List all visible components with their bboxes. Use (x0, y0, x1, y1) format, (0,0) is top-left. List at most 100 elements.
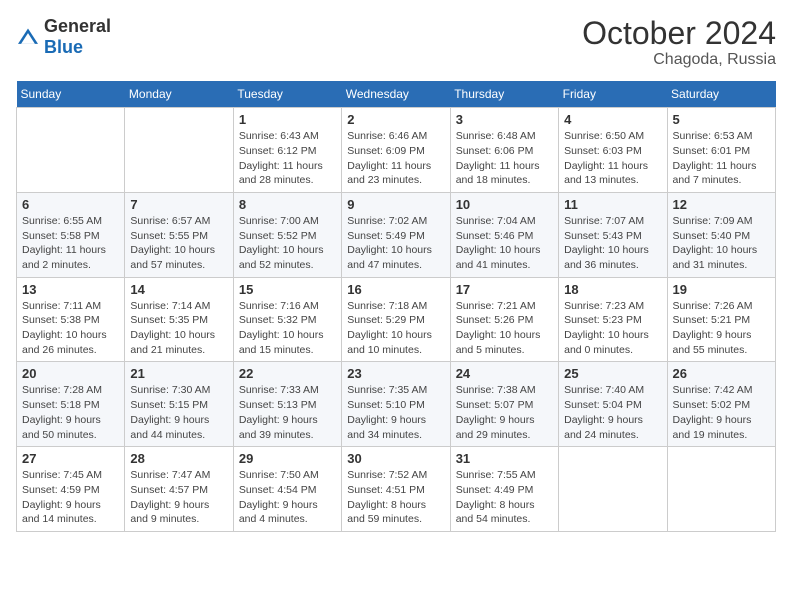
day-number: 26 (673, 366, 770, 381)
table-row: 21Sunrise: 7:30 AM Sunset: 5:15 PM Dayli… (125, 362, 233, 447)
logo-text: General Blue (44, 16, 111, 58)
logo-blue: Blue (44, 37, 83, 57)
table-row: 31 Sunrise: 7:55 AM Sunset: 4:49 PM Dayli… (450, 447, 558, 532)
logo-general: General (44, 16, 111, 36)
day-info: Sunrise: 7:55 AM Sunset: 4:49 PM Dayligh… (456, 468, 553, 527)
day-info: Sunrise: 7:35 AM Sunset: 5:10 PM Dayligh… (347, 383, 444, 442)
day-number: 7 (130, 197, 227, 212)
day-number: 24 (456, 366, 553, 381)
day-number: 17 (456, 282, 553, 297)
day-info: Sunrise: 7:00 AM Sunset: 5:52 PM Dayligh… (239, 214, 336, 273)
day-info: Sunrise: 7:07 AM Sunset: 5:43 PM Dayligh… (564, 214, 661, 273)
day-number: 25 (564, 366, 661, 381)
day-number: 15 (239, 282, 336, 297)
table-row: 29 Sunrise: 7:50 AM Sunset: 4:54 PM Dayli… (233, 447, 341, 532)
day-info: Sunrise: 7:26 AM Sunset: 5:21 PM Dayligh… (673, 299, 770, 358)
table-row: 9Sunrise: 7:02 AM Sunset: 5:49 PM Daylig… (342, 192, 450, 277)
day-info: Sunrise: 7:50 AM Sunset: 4:54 PM Dayligh… (239, 468, 336, 527)
day-info: Sunrise: 7:21 AM Sunset: 5:26 PM Dayligh… (456, 299, 553, 358)
table-row: 16Sunrise: 7:18 AM Sunset: 5:29 PM Dayli… (342, 277, 450, 362)
month-title: October 2024 (582, 16, 776, 51)
day-number: 10 (456, 197, 553, 212)
table-row: 5 Sunrise: 6:53 AM Sunset: 6:01 PM Daylig… (667, 108, 775, 193)
day-number: 14 (130, 282, 227, 297)
day-number: 30 (347, 451, 444, 466)
calendar-week-row: 1Sunrise: 6:43 AM Sunset: 6:12 PM Daylig… (17, 108, 776, 193)
table-row: 1Sunrise: 6:43 AM Sunset: 6:12 PM Daylig… (233, 108, 341, 193)
day-info: Sunrise: 7:42 AM Sunset: 5:02 PM Dayligh… (673, 383, 770, 442)
day-number: 4 (564, 112, 661, 127)
day-number: 6 (22, 197, 119, 212)
day-number: 2 (347, 112, 444, 127)
page-header: General Blue October 2024 Chagoda, Russi… (16, 16, 776, 69)
day-number: 18 (564, 282, 661, 297)
calendar-week-row: 20 Sunrise: 7:28 AM Sunset: 5:18 PM Dayli… (17, 362, 776, 447)
table-row: 15 Sunrise: 7:16 AM Sunset: 5:32 PM Dayli… (233, 277, 341, 362)
table-row: 26 Sunrise: 7:42 AM Sunset: 5:02 PM Dayli… (667, 362, 775, 447)
table-row: 24Sunrise: 7:38 AM Sunset: 5:07 PM Dayli… (450, 362, 558, 447)
table-row: 17 Sunrise: 7:21 AM Sunset: 5:26 PM Dayli… (450, 277, 558, 362)
day-number: 20 (22, 366, 119, 381)
day-number: 1 (239, 112, 336, 127)
day-number: 28 (130, 451, 227, 466)
table-row (559, 447, 667, 532)
day-info: Sunrise: 7:09 AM Sunset: 5:40 PM Dayligh… (673, 214, 770, 273)
table-row: 12Sunrise: 7:09 AM Sunset: 5:40 PM Dayli… (667, 192, 775, 277)
table-row: 8 Sunrise: 7:00 AM Sunset: 5:52 PM Daylig… (233, 192, 341, 277)
day-info: Sunrise: 7:23 AM Sunset: 5:23 PM Dayligh… (564, 299, 661, 358)
day-number: 13 (22, 282, 119, 297)
calendar-week-row: 6 Sunrise: 6:55 AM Sunset: 5:58 PM Daylig… (17, 192, 776, 277)
day-info: Sunrise: 7:18 AM Sunset: 5:29 PM Dayligh… (347, 299, 444, 358)
day-info: Sunrise: 7:16 AM Sunset: 5:32 PM Dayligh… (239, 299, 336, 358)
table-row: 19Sunrise: 7:26 AM Sunset: 5:21 PM Dayli… (667, 277, 775, 362)
day-number: 31 (456, 451, 553, 466)
day-info: Sunrise: 7:30 AM Sunset: 5:15 PM Dayligh… (130, 383, 227, 442)
table-row: 28Sunrise: 7:47 AM Sunset: 4:57 PM Dayli… (125, 447, 233, 532)
day-info: Sunrise: 7:04 AM Sunset: 5:46 PM Dayligh… (456, 214, 553, 273)
day-info: Sunrise: 6:53 AM Sunset: 6:01 PM Dayligh… (673, 129, 770, 188)
header-friday: Friday (559, 81, 667, 108)
day-info: Sunrise: 7:02 AM Sunset: 5:49 PM Dayligh… (347, 214, 444, 273)
day-info: Sunrise: 7:14 AM Sunset: 5:35 PM Dayligh… (130, 299, 227, 358)
day-number: 11 (564, 197, 661, 212)
day-info: Sunrise: 7:11 AM Sunset: 5:38 PM Dayligh… (22, 299, 119, 358)
table-row: 23 Sunrise: 7:35 AM Sunset: 5:10 PM Dayli… (342, 362, 450, 447)
day-number: 5 (673, 112, 770, 127)
day-info: Sunrise: 7:40 AM Sunset: 5:04 PM Dayligh… (564, 383, 661, 442)
calendar-week-row: 27 Sunrise: 7:45 AM Sunset: 4:59 PM Dayli… (17, 447, 776, 532)
calendar-table: Sunday Monday Tuesday Wednesday Thursday… (16, 81, 776, 532)
table-row: 13 Sunrise: 7:11 AM Sunset: 5:38 PM Dayli… (17, 277, 125, 362)
header-wednesday: Wednesday (342, 81, 450, 108)
day-info: Sunrise: 7:52 AM Sunset: 4:51 PM Dayligh… (347, 468, 444, 527)
table-row: 10 Sunrise: 7:04 AM Sunset: 5:46 PM Dayli… (450, 192, 558, 277)
day-info: Sunrise: 6:57 AM Sunset: 5:55 PM Dayligh… (130, 214, 227, 273)
header-tuesday: Tuesday (233, 81, 341, 108)
table-row: 14 Sunrise: 7:14 AM Sunset: 5:35 PM Dayli… (125, 277, 233, 362)
day-info: Sunrise: 6:48 AM Sunset: 6:06 PM Dayligh… (456, 129, 553, 188)
day-info: Sunrise: 7:33 AM Sunset: 5:13 PM Dayligh… (239, 383, 336, 442)
table-row: 3Sunrise: 6:48 AM Sunset: 6:06 PM Daylig… (450, 108, 558, 193)
header-monday: Monday (125, 81, 233, 108)
day-number: 22 (239, 366, 336, 381)
day-number: 27 (22, 451, 119, 466)
header-thursday: Thursday (450, 81, 558, 108)
calendar-header-row: Sunday Monday Tuesday Wednesday Thursday… (17, 81, 776, 108)
table-row: 22 Sunrise: 7:33 AM Sunset: 5:13 PM Dayli… (233, 362, 341, 447)
location-subtitle: Chagoda, Russia (582, 51, 776, 69)
day-info: Sunrise: 6:55 AM Sunset: 5:58 PM Dayligh… (22, 214, 119, 273)
day-info: Sunrise: 6:46 AM Sunset: 6:09 PM Dayligh… (347, 129, 444, 188)
table-row: 18 Sunrise: 7:23 AM Sunset: 5:23 PM Dayli… (559, 277, 667, 362)
day-number: 29 (239, 451, 336, 466)
day-number: 8 (239, 197, 336, 212)
day-info: Sunrise: 6:50 AM Sunset: 6:03 PM Dayligh… (564, 129, 661, 188)
day-info: Sunrise: 7:28 AM Sunset: 5:18 PM Dayligh… (22, 383, 119, 442)
table-row: 4 Sunrise: 6:50 AM Sunset: 6:03 PM Daylig… (559, 108, 667, 193)
day-number: 23 (347, 366, 444, 381)
table-row: 11 Sunrise: 7:07 AM Sunset: 5:43 PM Dayli… (559, 192, 667, 277)
table-row: 7 Sunrise: 6:57 AM Sunset: 5:55 PM Daylig… (125, 192, 233, 277)
calendar-week-row: 13 Sunrise: 7:11 AM Sunset: 5:38 PM Dayli… (17, 277, 776, 362)
day-info: Sunrise: 7:45 AM Sunset: 4:59 PM Dayligh… (22, 468, 119, 527)
table-row: 20 Sunrise: 7:28 AM Sunset: 5:18 PM Dayli… (17, 362, 125, 447)
title-block: October 2024 Chagoda, Russia (582, 16, 776, 69)
logo-icon (16, 27, 40, 47)
